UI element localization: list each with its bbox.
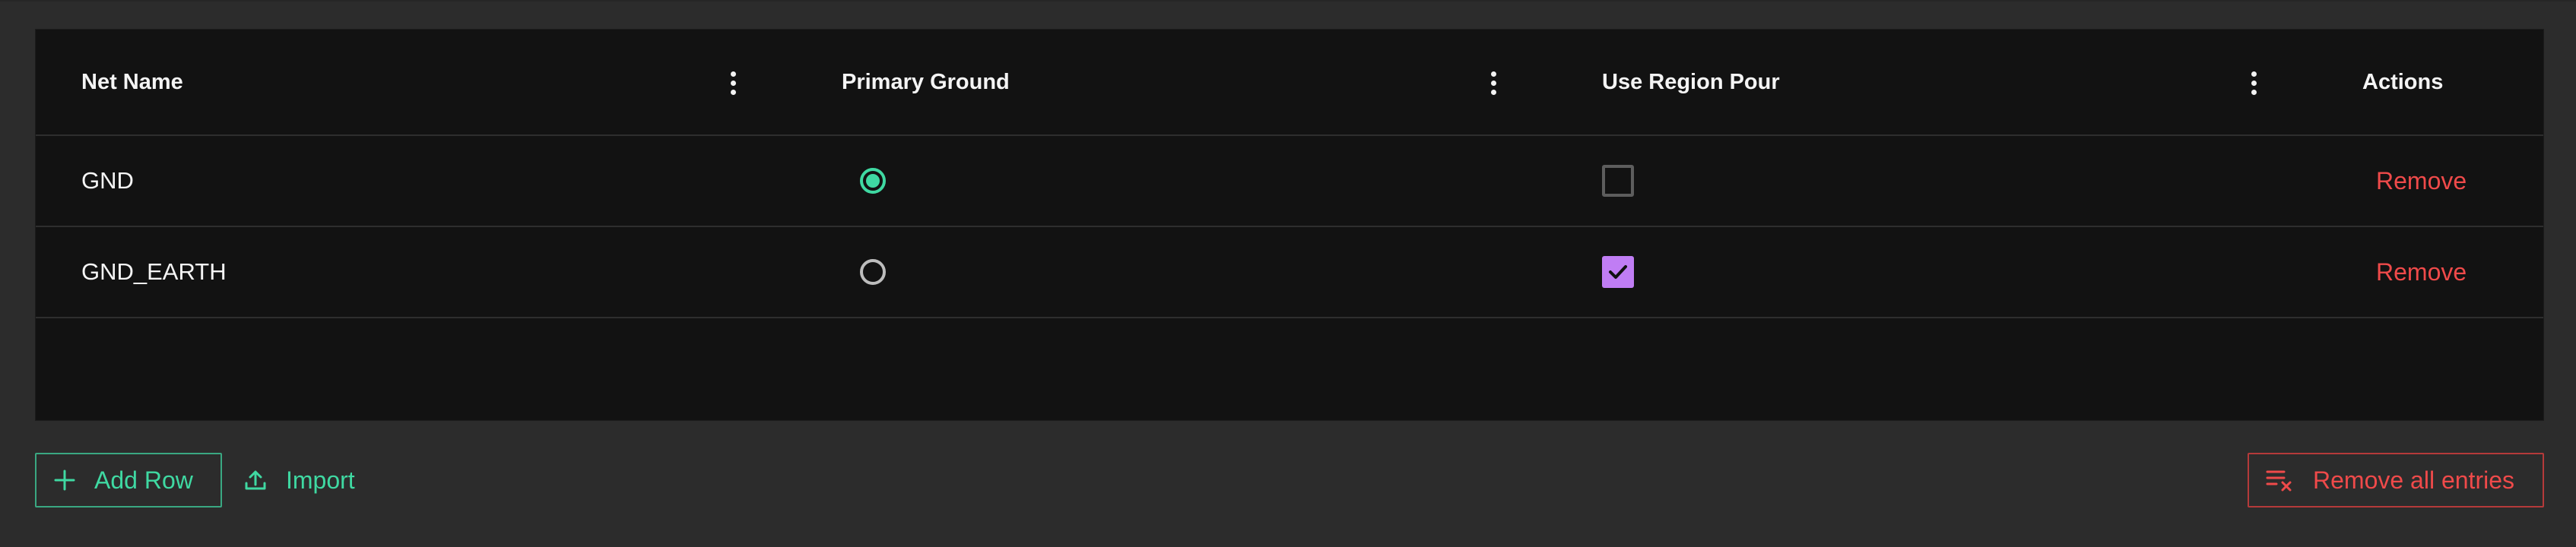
table-row: GND Remove (36, 136, 2543, 227)
use-region-pour-checkbox[interactable] (1602, 165, 1634, 197)
column-header-net-name[interactable]: Net Name (81, 30, 183, 134)
net-name-cell[interactable]: GND_EARTH (81, 227, 227, 317)
app-container: Net Name Primary Ground Use Region Pour … (0, 0, 2576, 547)
remove-all-entries-label: Remove all entries (2313, 466, 2514, 494)
import-label: Import (286, 466, 355, 494)
column-menu-use-region-pour-icon[interactable] (2242, 68, 2265, 98)
radio-selected-dot (866, 174, 880, 188)
use-region-pour-checkbox[interactable] (1602, 256, 1634, 288)
primary-ground-radio[interactable] (860, 168, 886, 194)
checkmark-icon (1609, 265, 1627, 279)
plus-icon (53, 469, 76, 492)
column-menu-net-name-icon[interactable] (722, 68, 744, 98)
grid-header-row: Net Name Primary Ground Use Region Pour … (36, 30, 2543, 136)
import-button[interactable]: Import (243, 453, 380, 507)
remove-all-entries-button[interactable]: Remove all entries (2248, 453, 2544, 507)
remove-row-button[interactable]: Remove (2376, 258, 2467, 286)
add-row-label: Add Row (94, 466, 193, 494)
column-header-actions: Actions (2362, 69, 2444, 94)
data-grid: Net Name Primary Ground Use Region Pour … (35, 29, 2544, 421)
table-row: GND_EARTH Remove (36, 227, 2543, 318)
column-header-primary-ground[interactable]: Primary Ground (842, 30, 1010, 134)
column-header-use-region-pour[interactable]: Use Region Pour (1602, 30, 1780, 134)
clear-list-icon (2266, 467, 2295, 493)
upload-icon (243, 468, 268, 492)
net-name-cell[interactable]: GND (81, 136, 134, 226)
primary-ground-radio[interactable] (860, 259, 886, 285)
column-menu-primary-ground-icon[interactable] (1482, 68, 1505, 98)
add-row-button[interactable]: Add Row (35, 453, 222, 507)
remove-row-button[interactable]: Remove (2376, 167, 2467, 195)
